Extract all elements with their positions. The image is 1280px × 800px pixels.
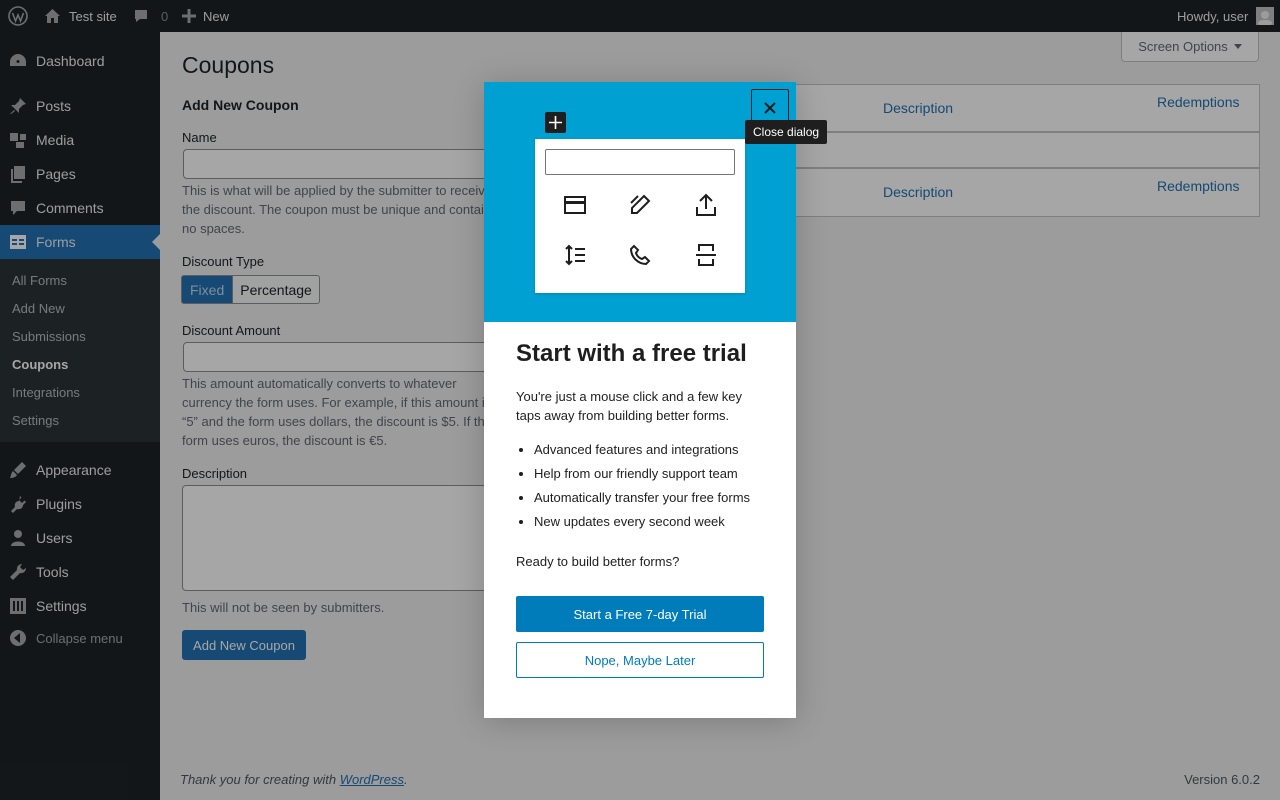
modal-question: Ready to build better forms? <box>516 554 680 569</box>
upload-block-icon <box>693 192 719 218</box>
start-trial-button[interactable]: Start a Free 7-day Trial <box>516 596 764 632</box>
payment-block-icon <box>562 192 588 218</box>
modal-heading: Start with a free trial <box>516 340 747 367</box>
modal-intro: You're just a mouse click and a few key … <box>516 389 743 423</box>
list-item: New updates every second week <box>534 512 776 536</box>
modal-hero <box>484 82 796 322</box>
block-inserter-plus-icon <box>545 112 566 133</box>
maybe-later-button[interactable]: Nope, Maybe Later <box>516 642 764 678</box>
block-search-field <box>545 149 735 175</box>
block-inserter-illustration <box>535 139 745 293</box>
page-break-block-icon <box>693 242 719 268</box>
number-line-block-icon <box>562 242 588 268</box>
close-dialog-tooltip: Close dialog <box>745 120 828 144</box>
signature-block-icon <box>627 192 653 218</box>
free-trial-modal: Start with a free trial You're just a mo… <box>484 82 796 718</box>
feature-list: Advanced features and integrations Help … <box>516 440 776 536</box>
close-icon <box>764 102 776 114</box>
list-item: Automatically transfer your free forms <box>534 488 776 512</box>
phone-block-icon <box>627 242 653 268</box>
list-item: Advanced features and integrations <box>534 440 776 464</box>
list-item: Help from our friendly support team <box>534 464 776 488</box>
